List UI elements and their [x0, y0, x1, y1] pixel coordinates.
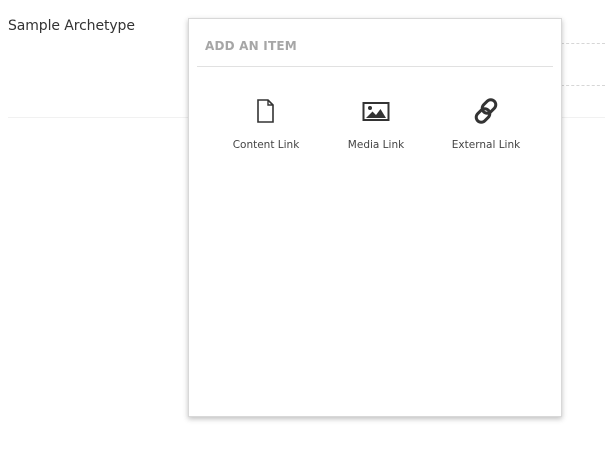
external-link-item[interactable]: External Link	[436, 97, 536, 151]
document-icon	[257, 99, 274, 123]
content-link-item[interactable]: Content Link	[216, 97, 316, 151]
media-link-item[interactable]: Media Link	[326, 97, 426, 151]
external-link-label: External Link	[451, 139, 521, 151]
chain-link-icon	[474, 98, 498, 124]
property-label: Sample Archetype	[8, 18, 135, 34]
dialog-title: ADD AN ITEM	[205, 39, 297, 53]
media-link-label: Media Link	[347, 139, 405, 151]
page: Sample Archetype ADD AN ITEM Content Lin…	[0, 0, 605, 449]
picture-icon	[362, 102, 390, 121]
content-link-label: Content Link	[232, 139, 300, 151]
dialog-divider	[197, 66, 553, 67]
add-item-dialog: ADD AN ITEM Content Link Media Link Exte…	[188, 18, 562, 417]
